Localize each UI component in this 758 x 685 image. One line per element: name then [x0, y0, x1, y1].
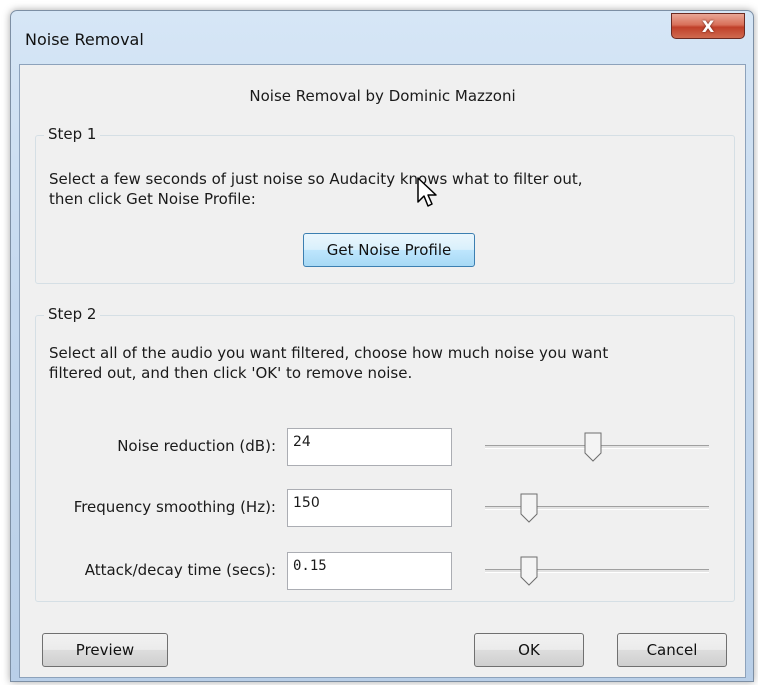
step2-line2: filtered out, and then click 'OK' to rem… — [49, 364, 413, 382]
slider-track — [485, 506, 709, 510]
slider-track — [485, 569, 709, 573]
step2-instructions: Select all of the audio you want filtere… — [49, 343, 709, 383]
attack-decay-slider[interactable] — [485, 556, 709, 586]
step1-group: Step 1 Select a few seconds of just nois… — [35, 125, 735, 284]
step2-legend: Step 2 — [44, 305, 101, 323]
get-noise-profile-button[interactable]: Get Noise Profile — [303, 233, 475, 267]
window-title: Noise Removal — [25, 30, 144, 49]
step1-line2: then click Get Noise Profile: — [49, 190, 256, 208]
preview-button[interactable]: Preview — [42, 633, 168, 667]
close-button[interactable]: X — [671, 13, 745, 39]
slider-thumb[interactable] — [520, 493, 538, 523]
step2-group: Step 2 Select all of the audio you want … — [35, 305, 735, 602]
mouse-pointer-icon — [417, 177, 437, 207]
step1-legend: Step 1 — [44, 125, 101, 143]
frequency-smoothing-slider[interactable] — [485, 493, 709, 523]
attack-decay-input[interactable]: 0.15 — [287, 552, 452, 590]
plugin-credit: Noise Removal by Dominic Mazzoni — [249, 87, 516, 105]
noise-reduction-label: Noise reduction (dB): — [117, 437, 276, 455]
noise-reduction-input[interactable]: 24 — [287, 428, 452, 466]
step1-instructions: Select a few seconds of just noise so Au… — [49, 169, 709, 209]
ok-button[interactable]: OK — [474, 633, 584, 667]
slider-thumb[interactable] — [584, 432, 602, 462]
cancel-button[interactable]: Cancel — [617, 633, 727, 667]
step1-line1: Select a few seconds of just noise so Au… — [49, 170, 583, 188]
frequency-smoothing-input[interactable]: 150 — [287, 489, 452, 527]
close-icon: X — [701, 16, 715, 36]
frequency-smoothing-label: Frequency smoothing (Hz): — [73, 498, 276, 516]
dialog-window: Noise Removal X Noise Removal by Dominic… — [10, 10, 754, 682]
title-bar[interactable]: Noise Removal X — [11, 11, 753, 63]
step2-line1: Select all of the audio you want filtere… — [49, 344, 609, 362]
noise-reduction-slider[interactable] — [485, 432, 709, 462]
dialog-body: Noise Removal by Dominic Mazzoni Step 1 … — [19, 64, 746, 678]
slider-thumb[interactable] — [520, 556, 538, 586]
attack-decay-label: Attack/decay time (secs): — [84, 561, 276, 579]
